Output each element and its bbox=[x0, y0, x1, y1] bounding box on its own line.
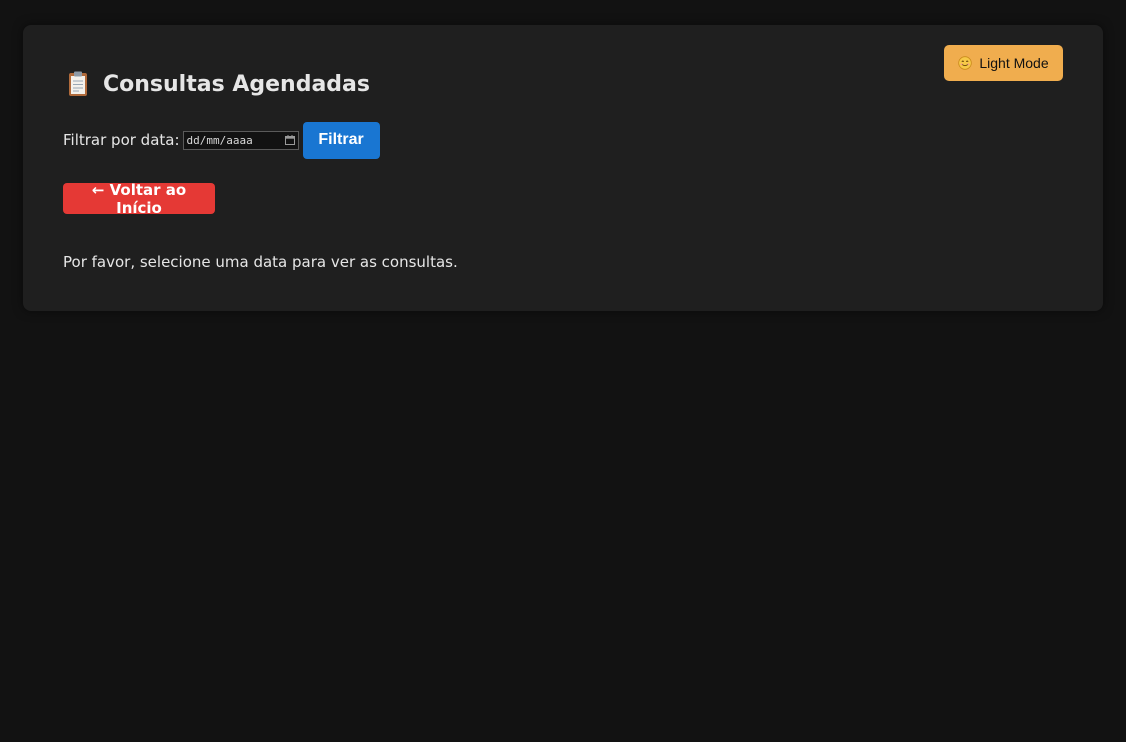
smiling-face-icon bbox=[958, 56, 973, 70]
light-mode-label: Light Mode bbox=[979, 55, 1049, 71]
clipboard-icon bbox=[63, 69, 93, 99]
filter-date-label: Filtrar por data: bbox=[63, 131, 180, 149]
calendar-icon[interactable] bbox=[284, 135, 295, 145]
date-placeholder: dd/mm/aaaa bbox=[186, 133, 253, 147]
page-header: Consultas Agendadas bbox=[63, 69, 370, 99]
date-filter-form: Filtrar por data: dd/mm/aaaa Filtrar bbox=[63, 121, 380, 159]
select-date-message: Por favor, selecione uma data para ver a… bbox=[63, 253, 458, 271]
date-input[interactable]: dd/mm/aaaa bbox=[182, 130, 299, 150]
filter-button[interactable]: Filtrar bbox=[302, 121, 380, 159]
appointments-card: Light Mode Consultas Agendadas Filtrar p… bbox=[23, 25, 1103, 311]
back-to-home-button[interactable]: ← Voltar ao Início bbox=[63, 181, 215, 217]
page-title: Consultas Agendadas bbox=[103, 71, 370, 97]
light-mode-toggle-button[interactable]: Light Mode bbox=[944, 45, 1063, 81]
